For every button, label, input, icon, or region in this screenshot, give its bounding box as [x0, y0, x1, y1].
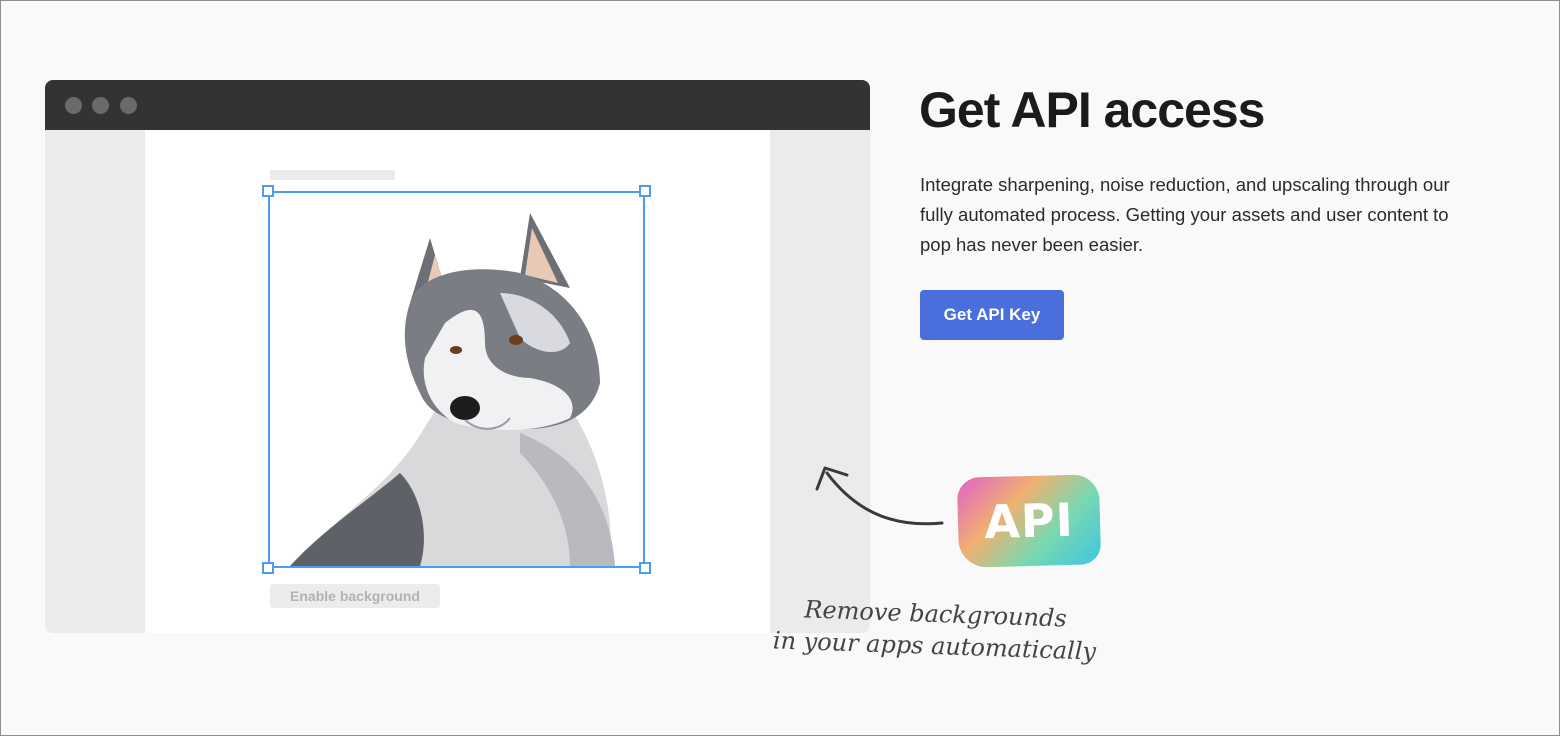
caption-text: Remove backgrounds in your apps automati… [769, 592, 1101, 667]
placeholder-bar [270, 170, 395, 180]
mockup-canvas: Enable background [145, 130, 770, 633]
mockup-titlebar [45, 80, 870, 130]
curved-arrow-icon [815, 466, 944, 526]
page-description: Integrate sharpening, noise reduction, a… [920, 174, 1450, 255]
window-dot-icon [92, 97, 109, 114]
api-badge: API [956, 474, 1102, 568]
browser-mockup: Enable background [45, 80, 870, 633]
enable-background-button[interactable]: Enable background [270, 584, 440, 608]
husky-dog-image [290, 213, 615, 566]
window-dot-icon [120, 97, 137, 114]
resize-handle-bottom-left[interactable] [262, 562, 274, 574]
resize-handle-top-left[interactable] [262, 185, 274, 197]
get-api-key-button[interactable]: Get API Key [920, 290, 1064, 340]
page-title: Get API access [919, 82, 1265, 138]
image-selection-box[interactable] [262, 185, 651, 574]
resize-handle-bottom-right[interactable] [639, 562, 651, 574]
window-dot-icon [65, 97, 82, 114]
resize-handle-top-right[interactable] [639, 185, 651, 197]
